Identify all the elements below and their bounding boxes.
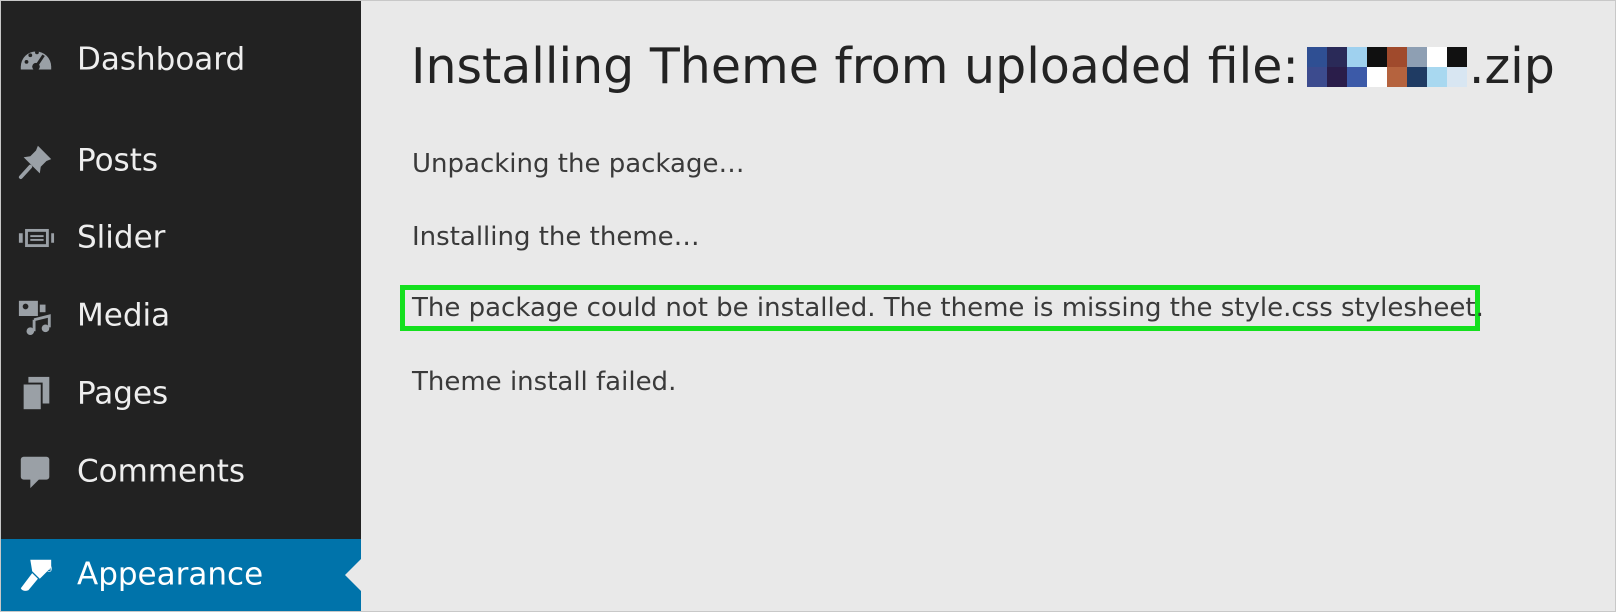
main-content: Installing Theme from uploaded file: .zi…	[361, 1, 1615, 611]
page-title: Installing Theme from uploaded file: .zi…	[411, 38, 1555, 95]
sidebar-item-pages[interactable]: Pages	[1, 359, 361, 429]
page-title-prefix: Installing Theme from uploaded file:	[411, 38, 1299, 95]
dashboard-icon	[17, 41, 55, 79]
sidebar-item-slider[interactable]: Slider	[1, 203, 361, 273]
menu-badge: 09	[41, 565, 53, 575]
sidebar-item-media[interactable]: Media	[1, 281, 361, 351]
log-installing: Installing the theme…	[412, 222, 700, 252]
comment-bubble-icon	[17, 453, 55, 491]
pages-icon	[17, 375, 55, 413]
sidebar-item-label: Appearance	[77, 556, 264, 593]
sidebar-item-label: Slider	[77, 219, 166, 256]
admin-sidebar: Dashboard Posts Slider Media Pages Comme…	[1, 1, 361, 611]
slider-icon	[17, 219, 55, 257]
pin-icon	[17, 142, 55, 180]
log-error-message: The package could not be installed. The …	[412, 293, 1484, 323]
wp-admin-window: Dashboard Posts Slider Media Pages Comme…	[0, 0, 1616, 612]
redacted-filename	[1306, 47, 1467, 88]
sidebar-item-posts[interactable]: Posts	[1, 126, 361, 196]
media-icon	[17, 297, 55, 335]
page-title-suffix: .zip	[1468, 38, 1555, 95]
sidebar-item-appearance[interactable]: 09 Appearance	[1, 539, 361, 611]
sidebar-item-label: Posts	[77, 142, 159, 179]
sidebar-item-label: Dashboard	[77, 41, 246, 78]
log-unpacking: Unpacking the package…	[412, 149, 745, 179]
active-menu-pointer	[345, 559, 361, 591]
sidebar-item-comments[interactable]: Comments	[1, 437, 361, 507]
sidebar-item-dashboard[interactable]: Dashboard	[1, 25, 361, 95]
sidebar-item-label: Pages	[77, 375, 169, 412]
sidebar-item-label: Media	[77, 297, 171, 334]
paintbrush-icon	[17, 556, 55, 594]
sidebar-item-label: Comments	[77, 453, 246, 490]
log-install-failed: Theme install failed.	[412, 367, 677, 397]
